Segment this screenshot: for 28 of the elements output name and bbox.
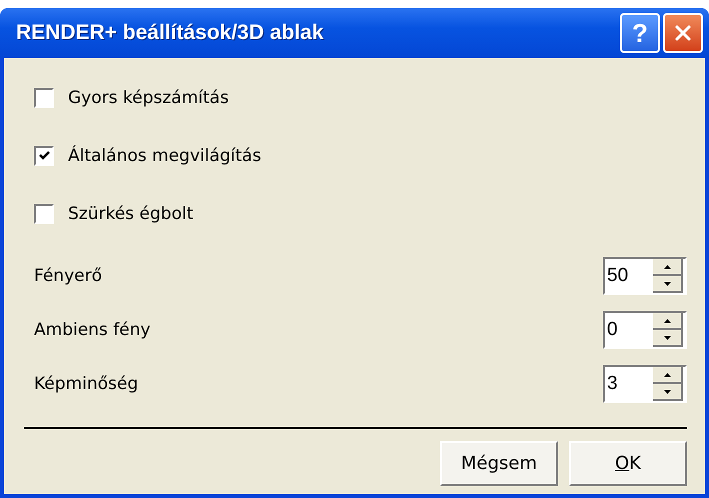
checkbox-label[interactable]: Általános megvilágítás <box>68 146 262 166</box>
checkbox[interactable] <box>34 88 54 108</box>
down-arrow-icon <box>664 282 670 286</box>
spin-up-button[interactable] <box>653 259 683 276</box>
up-arrow-icon <box>664 318 670 322</box>
dialog-button[interactable]: Mégsem <box>440 441 558 486</box>
down-arrow-icon <box>664 336 670 340</box>
window-title: RENDER+ beállítások/3D ablak <box>16 21 324 45</box>
field-label: Képminőség <box>34 374 138 394</box>
field-label: Fényerő <box>34 266 102 286</box>
close-button[interactable] <box>663 13 703 53</box>
spin-down-button[interactable] <box>653 276 683 293</box>
spin-down-button[interactable] <box>653 330 683 347</box>
spin-up-button[interactable] <box>653 367 683 384</box>
checkbox[interactable] <box>34 204 54 224</box>
checkmark-icon <box>38 149 50 162</box>
checkbox[interactable] <box>34 146 54 166</box>
spin-up-button[interactable] <box>653 313 683 330</box>
field-label: Ambiens fény <box>34 320 150 340</box>
checkbox-label[interactable]: Szürkés égbolt <box>68 204 194 224</box>
help-button[interactable]: ? <box>620 13 660 53</box>
up-arrow-icon <box>664 372 670 376</box>
spin-down-button[interactable] <box>653 384 683 401</box>
down-arrow-icon <box>664 390 670 394</box>
close-icon <box>673 23 693 43</box>
up-arrow-icon <box>664 264 670 268</box>
checkbox-label[interactable]: Gyors képszámítás <box>68 88 229 108</box>
dialog-button[interactable]: OK <box>569 441 687 486</box>
